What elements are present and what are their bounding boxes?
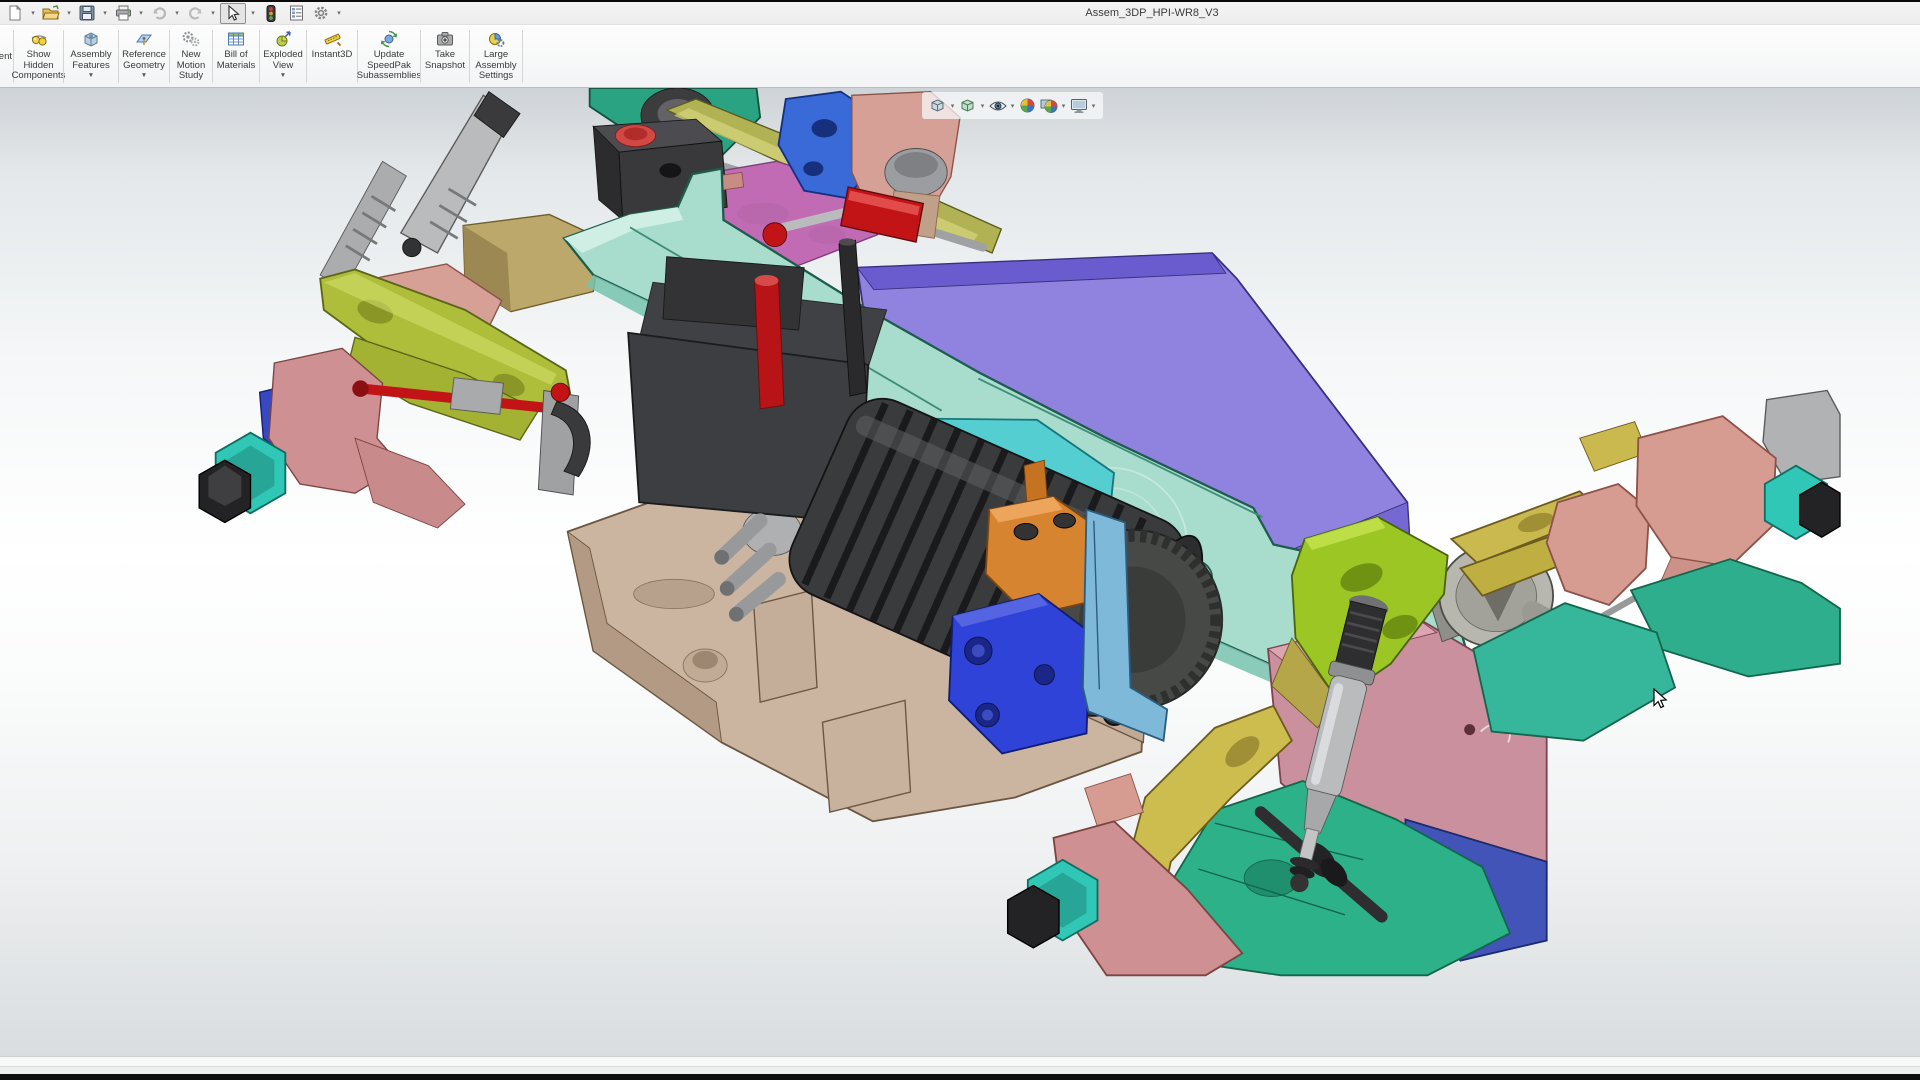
appearance-ball-icon bbox=[1019, 97, 1036, 114]
undo-icon bbox=[151, 6, 168, 20]
chevron-down-icon[interactable]: ▾ bbox=[173, 9, 181, 17]
print-icon bbox=[115, 5, 132, 21]
bill-of-materials-icon bbox=[226, 29, 246, 49]
redo-button[interactable] bbox=[184, 3, 206, 23]
ribbon-button-label: ent bbox=[0, 52, 12, 63]
new-motion-study-icon bbox=[181, 29, 201, 49]
ribbon-button-label: Instant3D bbox=[312, 50, 353, 61]
view-settings-button[interactable] bbox=[1069, 96, 1088, 115]
ribbon-button-exploded-view[interactable]: Exploded View ▼ bbox=[260, 26, 306, 87]
bottom-edge bbox=[0, 1074, 1920, 1080]
ribbon-button-label: Assembly Features bbox=[70, 50, 111, 71]
chevron-down-icon[interactable]: ▾ bbox=[101, 9, 109, 17]
quick-access-toolbar: ▾ ▾ ▾ bbox=[0, 3, 343, 24]
chevron-down-icon[interactable]: ▾ bbox=[249, 9, 257, 17]
ribbon-button-large-assembly-settings[interactable]: Large Assembly Settings bbox=[470, 26, 522, 87]
chevron-down-icon[interactable]: ▾ bbox=[65, 9, 73, 17]
chevron-down-icon[interactable]: ▾ bbox=[335, 9, 343, 17]
display-style-button[interactable] bbox=[958, 96, 977, 115]
chevron-down-icon[interactable]: ▾ bbox=[1090, 102, 1097, 110]
ribbon-button-reference-geometry[interactable]: Reference Geometry ▼ bbox=[119, 26, 169, 87]
status-bar bbox=[0, 1056, 1920, 1066]
chevron-down-icon: ▼ bbox=[280, 72, 286, 79]
print-button[interactable] bbox=[112, 3, 134, 23]
window-title: Assem_3DP_HPI-WR8_V3 bbox=[1085, 7, 1218, 19]
ribbon-separator bbox=[522, 30, 523, 83]
ribbon-button-update-speedpak[interactable]: Update SpeedPak Subassemblies bbox=[358, 26, 420, 87]
save-icon bbox=[79, 5, 95, 21]
gear-icon bbox=[313, 5, 329, 21]
ribbon-button-insert-components-clipped[interactable]: ent bbox=[0, 26, 13, 87]
new-document-icon bbox=[7, 5, 23, 21]
instant3d-icon bbox=[322, 29, 342, 49]
view-orientation-cube-icon bbox=[929, 97, 946, 114]
apply-scene-button[interactable] bbox=[1039, 96, 1058, 115]
ribbon-button-label: Exploded View bbox=[263, 50, 303, 71]
chevron-down-icon[interactable]: ▾ bbox=[1060, 102, 1067, 110]
ribbon-button-label: Take Snapshot bbox=[425, 50, 465, 71]
ribbon-button-label: Reference Geometry bbox=[122, 50, 166, 71]
chevron-down-icon[interactable]: ▾ bbox=[1009, 102, 1016, 110]
status-bar-lower bbox=[0, 1066, 1920, 1074]
rebuild-button[interactable] bbox=[260, 3, 282, 23]
hide-show-items-button[interactable] bbox=[988, 96, 1007, 115]
assembly-features-icon bbox=[81, 29, 101, 49]
select-arrow-icon bbox=[226, 5, 240, 21]
command-manager-ribbon: ent Show Hidden Components bbox=[0, 26, 1920, 88]
large-assembly-settings-icon bbox=[486, 29, 506, 49]
monitor-icon bbox=[1070, 98, 1088, 114]
chevron-down-icon[interactable]: ▾ bbox=[209, 9, 217, 17]
update-speedpak-icon bbox=[379, 29, 399, 49]
undo-button[interactable] bbox=[148, 3, 170, 23]
options-button[interactable] bbox=[310, 3, 332, 23]
chevron-down-icon[interactable]: ▾ bbox=[29, 9, 37, 17]
save-button[interactable] bbox=[76, 3, 98, 23]
rebuild-traffic-light-icon bbox=[266, 5, 276, 22]
heads-up-toolbar: ▾ ▾ ▾ bbox=[922, 92, 1103, 119]
mouse-cursor bbox=[1652, 688, 1668, 710]
open-button[interactable] bbox=[40, 3, 62, 23]
view-orientation-button[interactable] bbox=[928, 96, 947, 115]
redo-icon bbox=[187, 6, 204, 20]
ribbon-button-label: Show Hidden Components bbox=[12, 50, 66, 82]
title-bar: ▾ ▾ ▾ bbox=[0, 2, 1920, 25]
exploded-view-icon bbox=[273, 29, 293, 49]
apply-scene-icon bbox=[1040, 97, 1058, 114]
display-style-cube-icon bbox=[959, 97, 976, 114]
file-properties-icon bbox=[289, 5, 304, 21]
ribbon-button-label: Bill of Materials bbox=[217, 50, 256, 71]
reference-geometry-icon bbox=[134, 29, 154, 49]
edit-appearance-button[interactable] bbox=[1018, 96, 1037, 115]
ribbon-button-show-hidden-components[interactable]: Show Hidden Components bbox=[14, 26, 63, 87]
new-document-button[interactable] bbox=[4, 3, 26, 23]
chevron-down-icon: ▼ bbox=[141, 72, 147, 79]
solidworks-window: ▾ ▾ ▾ bbox=[0, 0, 1920, 1080]
chevron-down-icon[interactable]: ▾ bbox=[979, 102, 986, 110]
ribbon-button-bill-of-materials[interactable]: Bill of Materials bbox=[213, 26, 259, 87]
eye-icon bbox=[989, 99, 1007, 113]
ribbon-button-new-motion-study[interactable]: New Motion Study bbox=[170, 26, 212, 87]
open-folder-icon bbox=[42, 5, 60, 21]
take-snapshot-icon bbox=[435, 29, 455, 49]
chevron-down-icon[interactable]: ▾ bbox=[949, 102, 956, 110]
chevron-down-icon[interactable]: ▾ bbox=[137, 9, 145, 17]
ribbon-button-take-snapshot[interactable]: Take Snapshot bbox=[421, 26, 469, 87]
ribbon-button-label: Large Assembly Settings bbox=[475, 50, 516, 82]
ribbon-button-assembly-features[interactable]: Assembly Features ▼ bbox=[64, 26, 118, 87]
graphics-area[interactable]: ▾ ▾ ▾ bbox=[0, 88, 1920, 1056]
chevron-down-icon: ▼ bbox=[88, 72, 94, 79]
file-properties-button[interactable] bbox=[285, 3, 307, 23]
ribbon-button-instant3d[interactable]: Instant3D bbox=[307, 26, 357, 87]
model-front-left-suspension[interactable] bbox=[199, 92, 601, 528]
show-hidden-components-icon bbox=[29, 29, 49, 49]
ribbon-button-label: Update SpeedPak Subassemblies bbox=[357, 50, 421, 82]
ribbon-button-label: New Motion Study bbox=[177, 50, 206, 82]
assembly-model-3d-view[interactable] bbox=[0, 88, 1920, 1056]
select-tool-button[interactable] bbox=[220, 3, 246, 24]
